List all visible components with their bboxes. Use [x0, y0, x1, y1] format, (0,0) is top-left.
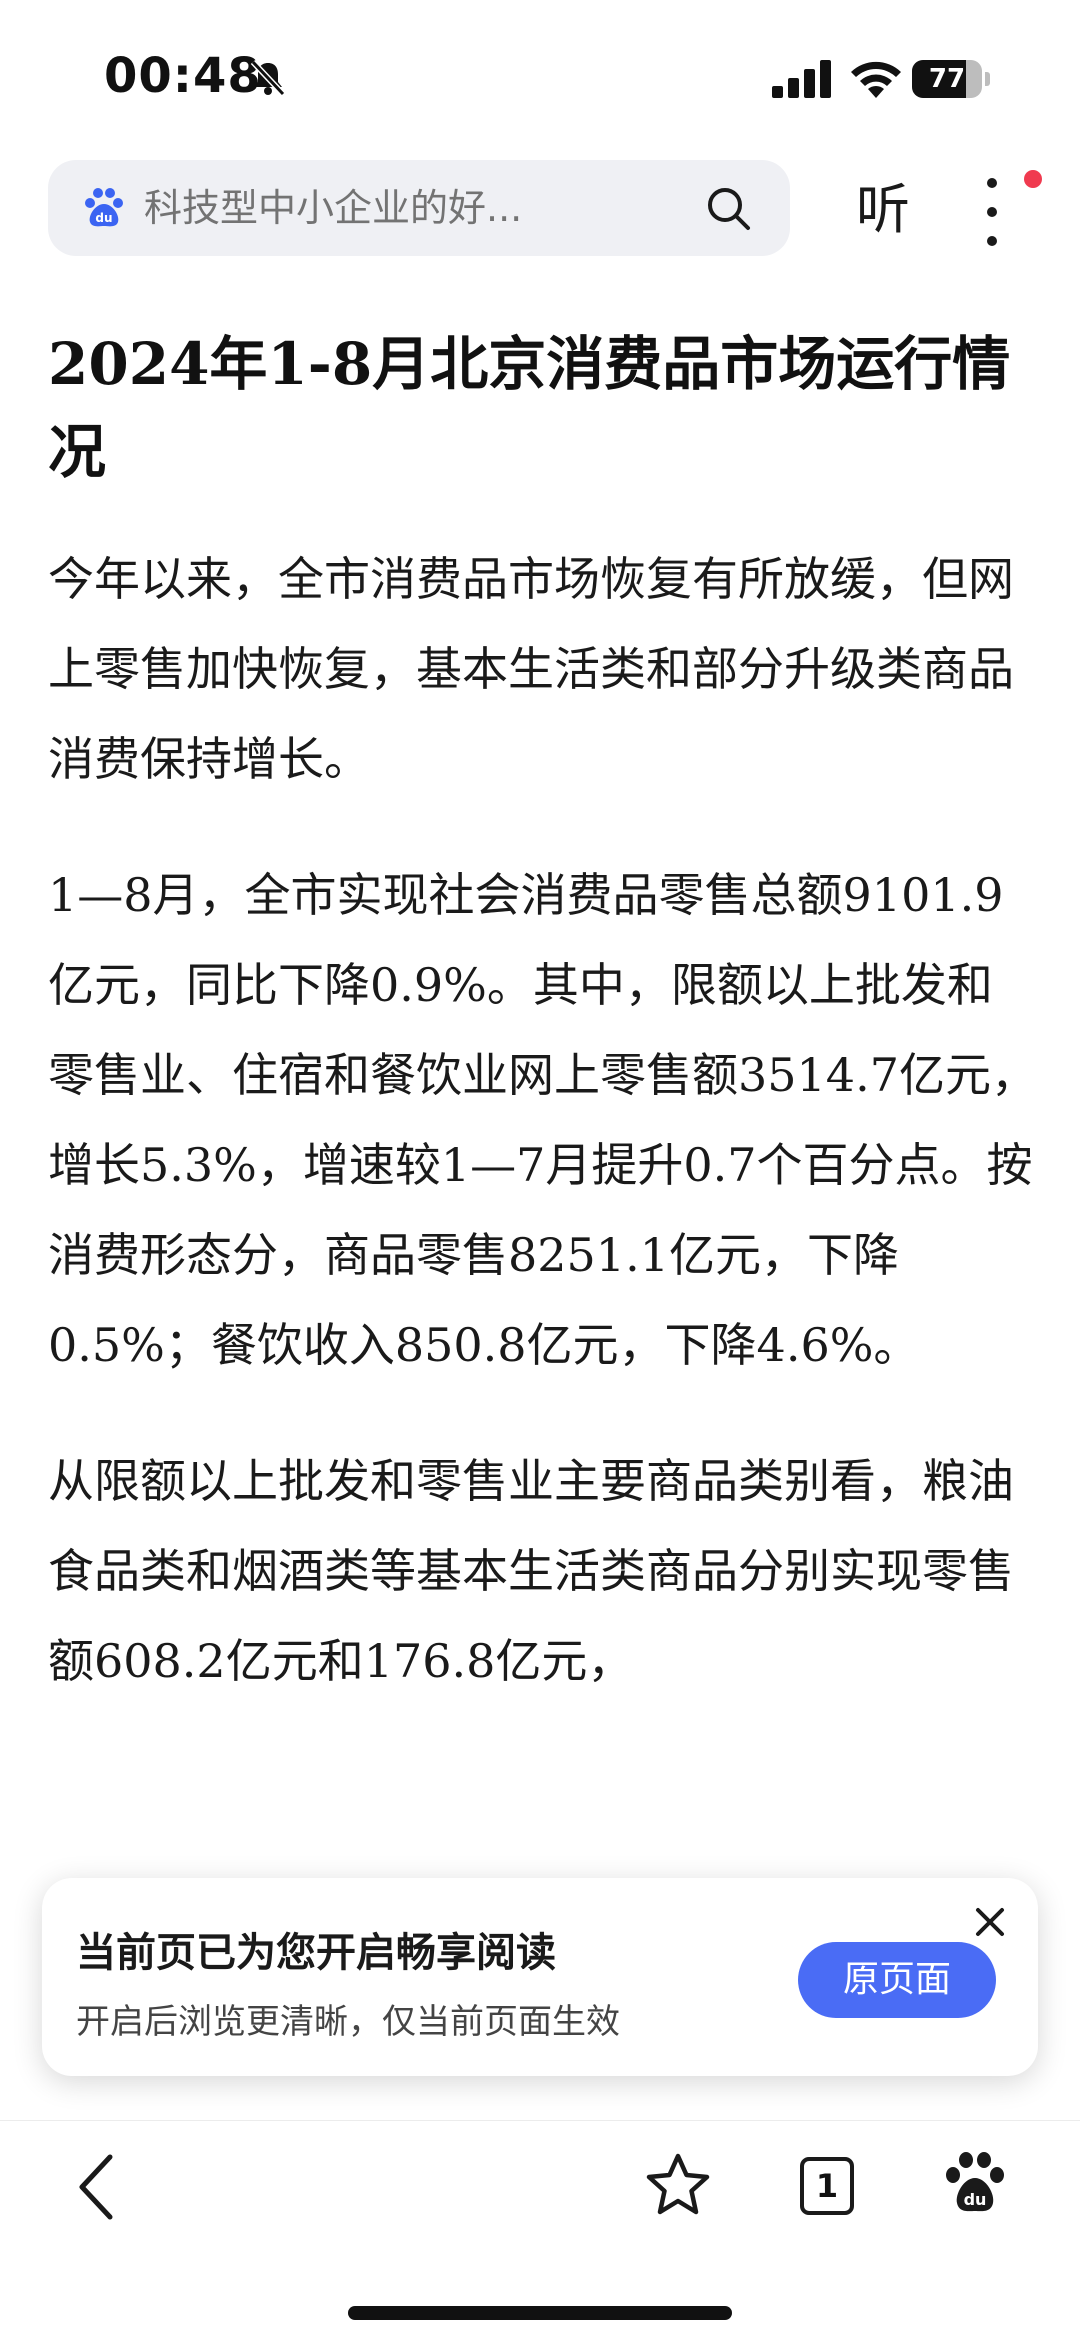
listen-button[interactable]: 听	[856, 170, 910, 250]
original-page-button[interactable]: 原页面	[798, 1942, 996, 2018]
banner-heading: 当前页已为您开启畅享阅读	[76, 1930, 556, 1976]
tabs-icon[interactable]: 1	[800, 2157, 854, 2215]
article-title: 2024年1-8月北京消费品市场运行情况	[48, 330, 1011, 486]
notification-dot	[1024, 170, 1042, 188]
article-paragraph: 从限额以上批发和零售业主要商品类别看，粮油食品类和烟酒类等基本生活类商品分别实现…	[48, 1454, 1014, 1688]
cellular-signal-icon	[772, 60, 831, 98]
battery-level: 77	[928, 64, 966, 94]
banner-subtext: 开启后浏览更清晰，仅当前页面生效	[76, 2002, 620, 2042]
baidu-paw-icon[interactable]: du	[944, 2151, 1006, 2217]
reading-mode-banner: 当前页已为您开启畅享阅读 开启后浏览更清晰，仅当前页面生效 原页面	[42, 1878, 1038, 2076]
status-bar: 00:48 77	[0, 0, 1080, 150]
article-paragraph: 今年以来，全市消费品市场恢复有所放缓，但网上零售加快恢复，基本生活类和部分升级类…	[48, 552, 1014, 786]
article: 2024年1-8月北京消费品市场运行情况 今年以来，全市消费品市场恢复有所放缓，…	[48, 320, 1038, 1706]
svg-text:du: du	[964, 2190, 987, 2209]
article-paragraph: 1—8月，全市实现社会消费品零售总额9101.9亿元，同比下降0.9%。其中，限…	[48, 868, 1037, 1372]
bell-muted-icon	[250, 59, 286, 97]
search-icon[interactable]	[706, 186, 752, 232]
wifi-icon	[851, 61, 901, 98]
star-icon[interactable]	[644, 2151, 712, 2219]
battery-icon: 77	[912, 60, 990, 100]
search-bar[interactable]: du 科技型中小企业的好...	[48, 160, 790, 256]
close-icon[interactable]	[970, 1902, 1010, 1942]
baidu-logo-icon: du	[85, 188, 123, 227]
svg-text:du: du	[95, 211, 112, 225]
more-vertical-icon[interactable]	[976, 178, 1006, 248]
back-icon[interactable]	[70, 2151, 126, 2223]
home-indicator[interactable]	[348, 2306, 732, 2320]
search-query[interactable]: 科技型中小企业的好...	[144, 160, 522, 256]
status-time: 00:48	[104, 48, 262, 104]
